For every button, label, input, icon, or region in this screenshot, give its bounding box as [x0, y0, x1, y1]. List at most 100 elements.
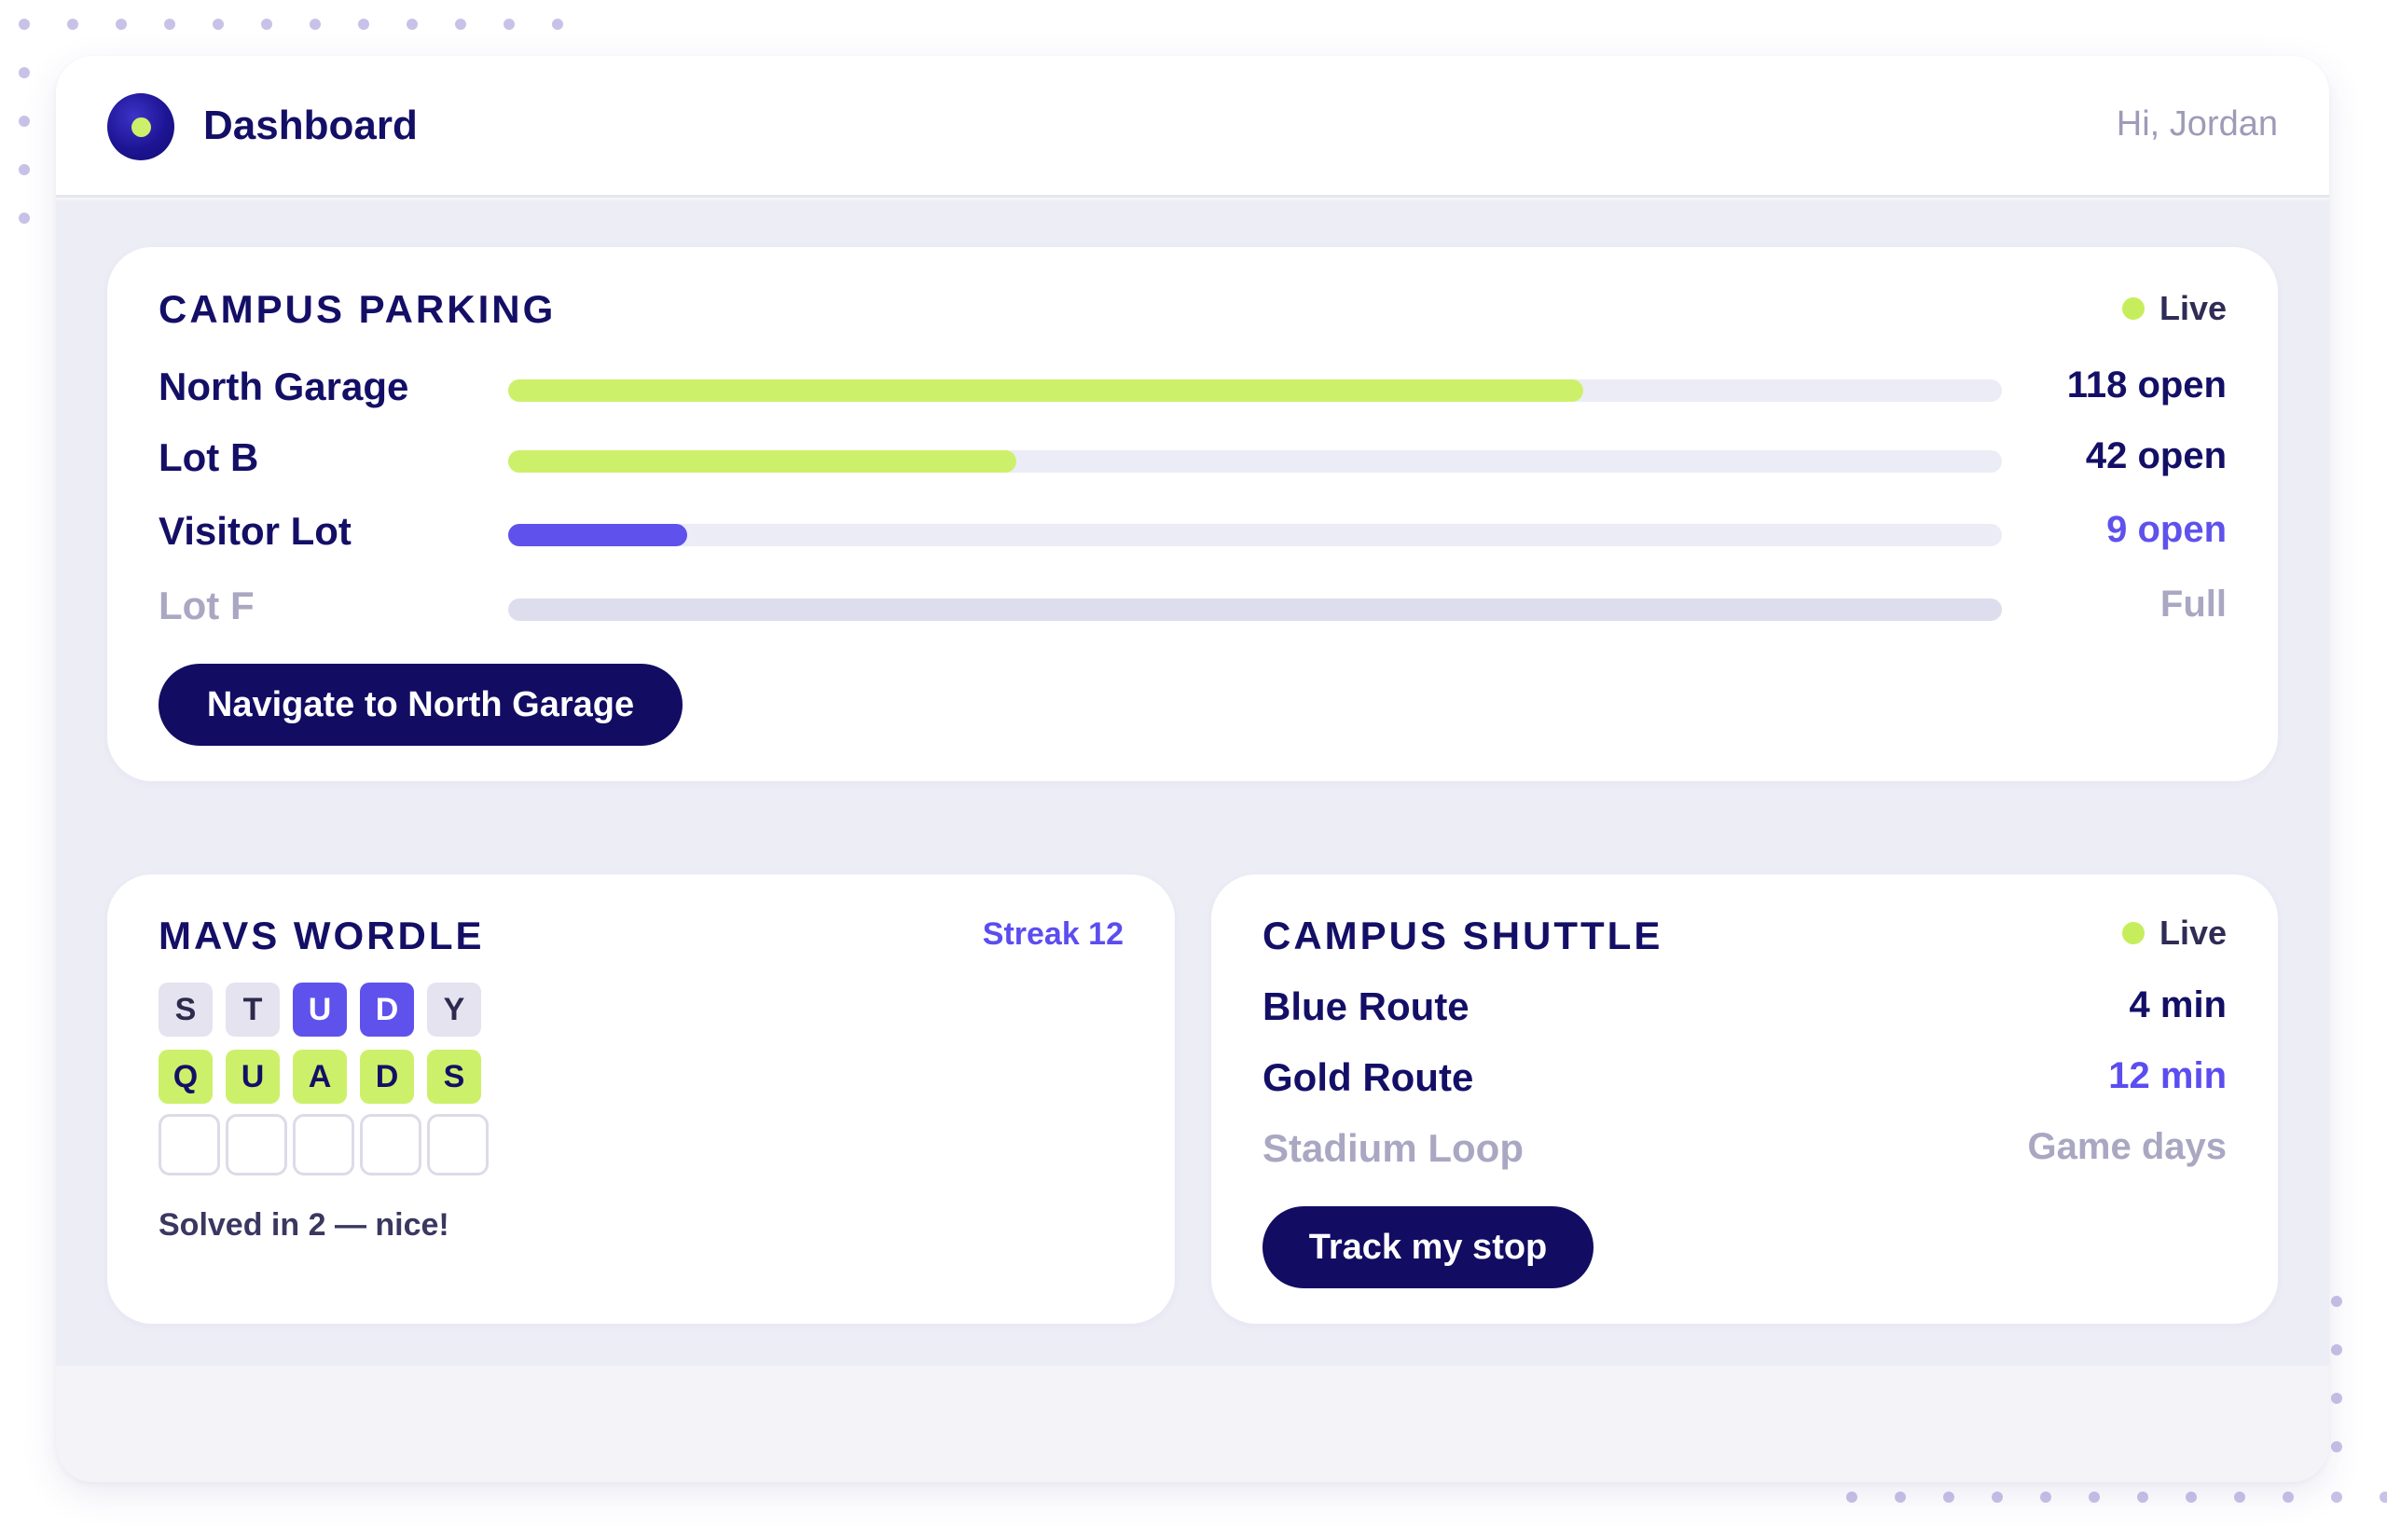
- availability-bar: [508, 598, 2002, 621]
- route-eta: 12 min: [2108, 1055, 2227, 1096]
- parking-card: CAMPUS PARKING Live North Garage 118 open…: [107, 247, 2278, 781]
- top-bar: Dashboard Hi, Jordan: [56, 56, 2329, 198]
- decorative-dot: [2331, 1492, 2342, 1503]
- shuttle-live-status: Live: [2121, 914, 2227, 953]
- lot-name: North Garage: [159, 364, 409, 408]
- lot-availability: 118 open: [2066, 364, 2227, 406]
- shuttle-card: CAMPUS SHUTTLE Live Blue Route 4 min Gold …: [1211, 874, 2278, 1324]
- decorative-dot: [2137, 1492, 2148, 1503]
- parking-row[interactable]: Visitor Lot 9 open: [159, 505, 2227, 561]
- decorative-dot: [213, 19, 224, 30]
- decorative-dot: [1943, 1492, 1954, 1503]
- shuttle-route-row[interactable]: Stadium Loop Game days: [1262, 1126, 2227, 1178]
- wordle-tile: U: [293, 983, 347, 1037]
- route-eta: 4 min: [2129, 984, 2227, 1025]
- availability-bar: [508, 524, 2002, 546]
- availability-bar-fill: [508, 450, 1016, 473]
- availability-bar: [508, 450, 2002, 473]
- shuttle-live-label: Live: [2159, 914, 2227, 952]
- wordle-empty-tile[interactable]: [226, 1114, 287, 1176]
- decorative-dot: [358, 19, 369, 30]
- wordle-tile: D: [360, 983, 414, 1037]
- wordle-guess-row: QUADS: [159, 1050, 481, 1104]
- decorative-dot: [1846, 1492, 1857, 1503]
- wordle-tile: D: [360, 1050, 414, 1104]
- decorative-dot: [116, 19, 127, 30]
- live-dot-icon: [2121, 297, 2145, 320]
- parking-row[interactable]: Lot B 42 open: [159, 432, 2227, 488]
- shuttle-card-title: CAMPUS SHUTTLE: [1262, 914, 1663, 957]
- decorative-dot: [19, 213, 30, 224]
- decorative-dot: [2234, 1492, 2245, 1503]
- decorative-dot: [1992, 1492, 2003, 1503]
- wordle-empty-tile[interactable]: [293, 1114, 354, 1176]
- wordle-empty-row[interactable]: [159, 1114, 489, 1176]
- stage: Dashboard Hi, Jordan CAMPUS PARKING Live…: [0, 0, 2387, 1540]
- decorative-dot: [19, 67, 30, 78]
- shuttle-route-row[interactable]: Blue Route 4 min: [1262, 984, 2227, 1037]
- parking-card-title: CAMPUS PARKING: [159, 287, 557, 331]
- wordle-empty-tile[interactable]: [427, 1114, 489, 1176]
- streak-badge: Streak 12: [982, 916, 1124, 952]
- decorative-dot: [2331, 1441, 2342, 1452]
- decorative-dot: [2380, 1492, 2387, 1503]
- parking-row[interactable]: Lot F Full: [159, 580, 2227, 636]
- wordle-tile: T: [226, 983, 280, 1037]
- parking-live-label: Live: [2159, 289, 2227, 327]
- decorative-dot: [455, 19, 466, 30]
- decorative-dot: [2283, 1492, 2294, 1503]
- wordle-result: Solved in 2 — nice!: [159, 1207, 449, 1243]
- wordle-empty-tile[interactable]: [159, 1114, 220, 1176]
- user-greeting[interactable]: Hi, Jordan: [2117, 104, 2278, 144]
- wordle-tile: U: [226, 1050, 280, 1104]
- lot-availability: Full: [2159, 584, 2227, 625]
- decorative-dot: [261, 19, 272, 30]
- wordle-guess-row: STUDY: [159, 983, 481, 1037]
- availability-bar: [508, 379, 2002, 402]
- wordle-tile: S: [159, 983, 213, 1037]
- wordle-card: MAVS WORDLE Streak 12 STUDYQUADS Solved …: [107, 874, 1175, 1324]
- decorative-dot: [552, 19, 563, 30]
- lot-availability: 42 open: [2085, 435, 2227, 476]
- decorative-dot: [1895, 1492, 1906, 1503]
- wordle-tile: S: [427, 1050, 481, 1104]
- dashboard-window: Dashboard Hi, Jordan CAMPUS PARKING Live…: [56, 56, 2329, 1482]
- wordle-tile: Y: [427, 983, 481, 1037]
- page-title: Dashboard: [203, 103, 418, 148]
- wordle-empty-tile[interactable]: [360, 1114, 421, 1176]
- route-name: Stadium Loop: [1262, 1126, 1524, 1170]
- decorative-dot: [164, 19, 175, 30]
- parking-row[interactable]: North Garage 118 open: [159, 361, 2227, 417]
- decorative-dot: [2331, 1344, 2342, 1355]
- decorative-dot: [504, 19, 515, 30]
- decorative-dot: [2040, 1492, 2051, 1503]
- decorative-dot: [407, 19, 418, 30]
- wordle-tile: A: [293, 1050, 347, 1104]
- lot-name: Visitor Lot: [159, 509, 352, 553]
- wordle-card-title: MAVS WORDLE: [159, 914, 485, 957]
- shuttle-route-row[interactable]: Gold Route 12 min: [1262, 1055, 2227, 1107]
- decorative-dot: [2331, 1296, 2342, 1307]
- live-dot-icon: [2121, 922, 2145, 944]
- route-name: Blue Route: [1262, 984, 1469, 1028]
- track-stop-button[interactable]: Track my stop: [1262, 1206, 1594, 1288]
- availability-bar-fill: [508, 524, 688, 546]
- decorative-dot: [2089, 1492, 2100, 1503]
- decorative-dot: [19, 116, 30, 127]
- route-name: Gold Route: [1262, 1055, 1474, 1099]
- app-logo-icon[interactable]: [107, 93, 174, 160]
- content-area: CAMPUS PARKING Live North Garage 118 open…: [56, 200, 2329, 1366]
- decorative-dot: [310, 19, 321, 30]
- decorative-dot: [19, 19, 30, 30]
- lot-name: Lot B: [159, 435, 259, 479]
- decorative-dot: [19, 164, 30, 175]
- decorative-dot: [2186, 1492, 2197, 1503]
- navigate-button[interactable]: Navigate to North Garage: [159, 664, 683, 746]
- availability-bar-fill: [508, 379, 1584, 402]
- lot-availability: 9 open: [2106, 509, 2227, 550]
- decorative-dot: [67, 19, 78, 30]
- decorative-dot: [2331, 1393, 2342, 1404]
- parking-live-status: Live: [2121, 289, 2227, 328]
- lot-name: Lot F: [159, 584, 255, 627]
- route-eta: Game days: [2027, 1126, 2227, 1167]
